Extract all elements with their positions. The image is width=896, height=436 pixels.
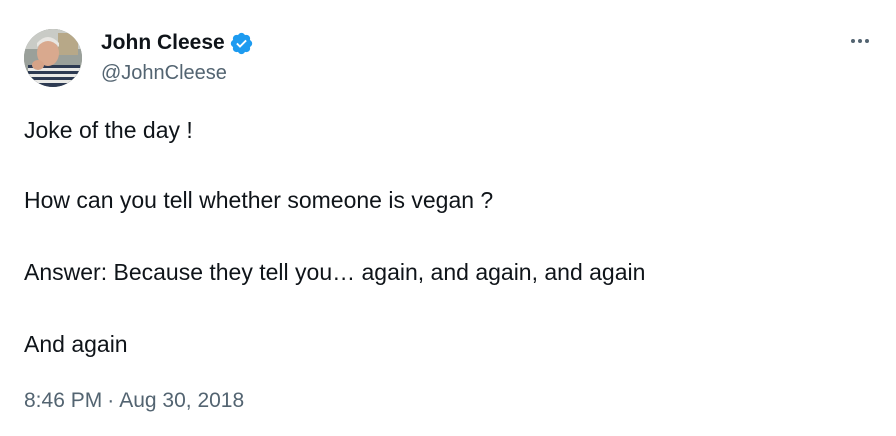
- avatar[interactable]: [24, 29, 82, 87]
- tweet-time: 8:46 PM: [24, 389, 103, 412]
- avatar-photo: [24, 29, 82, 87]
- more-options-icon[interactable]: [846, 30, 874, 52]
- meta-separator: ·: [107, 389, 115, 412]
- tweet-text-line: And again: [24, 331, 128, 357]
- tweet-text-line: Answer: Because they tell you… again, an…: [24, 259, 646, 285]
- tweet-timestamp[interactable]: 8:46 PM · Aug 30, 2018: [24, 387, 244, 415]
- tweet-text-line: Joke of the day !: [24, 117, 193, 143]
- tweet-date: Aug 30, 2018: [119, 389, 245, 412]
- author-handle[interactable]: @JohnCleese: [101, 60, 227, 86]
- tweet-card: John Cleese @JohnCleese Joke of the day …: [0, 0, 896, 436]
- tweet-text-line: How can you tell whether someone is vega…: [24, 187, 494, 213]
- author-display-name[interactable]: John Cleese: [101, 30, 225, 56]
- verified-badge-icon: [229, 31, 254, 56]
- author-name-row: John Cleese: [101, 30, 254, 56]
